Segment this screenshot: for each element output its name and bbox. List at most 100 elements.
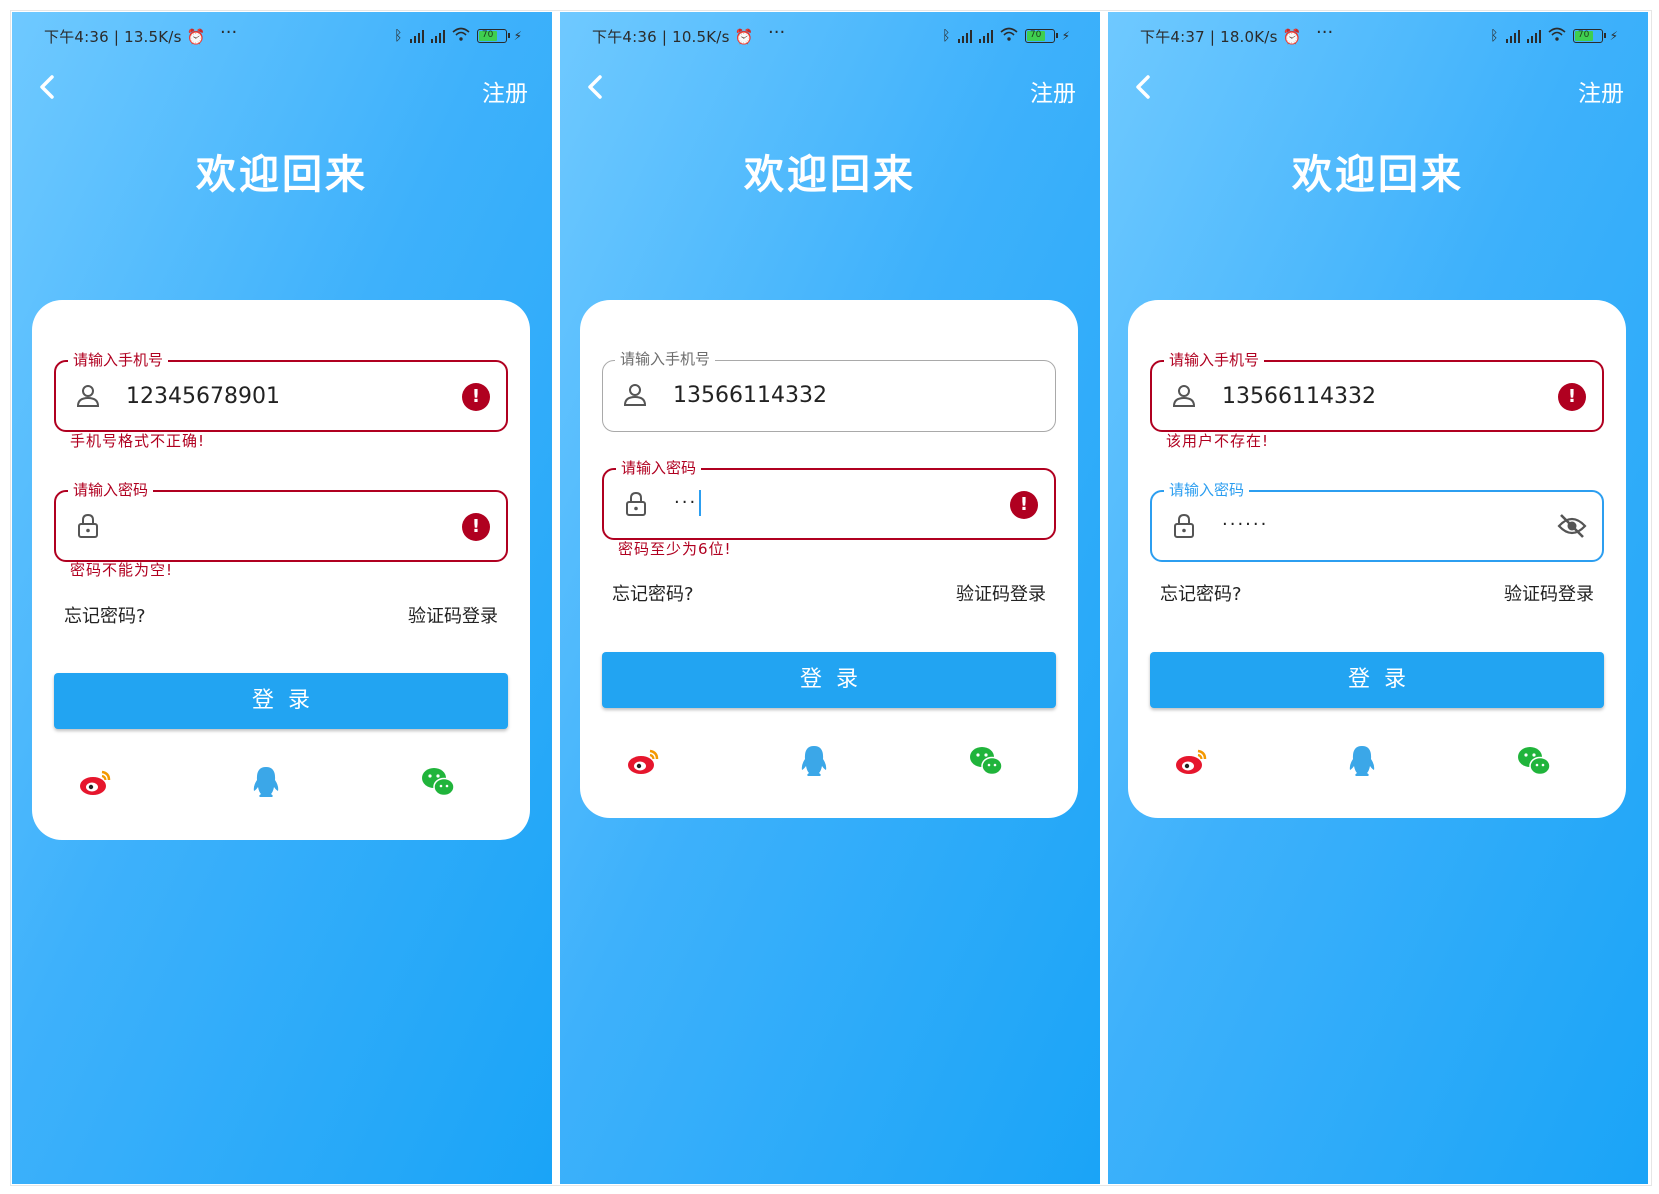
battery-icon: 70 xyxy=(1572,28,1606,43)
code-login-link[interactable]: 验证码登录 xyxy=(956,580,1046,606)
error-icon: ! xyxy=(462,513,490,541)
weibo-login[interactable] xyxy=(78,764,114,800)
phone-error-text: 该用户不存在! xyxy=(1166,432,1270,450)
phone-error-text: 手机号格式不正确! xyxy=(70,432,206,450)
phone-input[interactable]: 13566114332 xyxy=(1222,382,1376,412)
forgot-password-link[interactable]: 忘记密码? xyxy=(1160,580,1242,606)
signal-icon xyxy=(1505,29,1520,43)
signal-hd-icon xyxy=(430,29,445,43)
back-button[interactable] xyxy=(1128,72,1158,102)
password-error-text: 密码不能为空! xyxy=(70,561,174,579)
phone-screen-2: 下午4:36 | 10.5K/s ⏰ ··· ᛒ 70 ⚡ 注册 欢迎回来 请输… xyxy=(560,12,1100,1184)
bluetooth-icon: ᛒ xyxy=(394,27,403,44)
wifi-icon xyxy=(1548,26,1566,45)
phone-field-label: 请输入手机号 xyxy=(615,349,716,369)
qq-icon xyxy=(1349,746,1375,776)
wifi-icon xyxy=(1000,26,1018,45)
bluetooth-icon: ᛒ xyxy=(1490,27,1499,44)
password-field[interactable]: 请输入密码 ······ xyxy=(1150,480,1604,562)
code-login-link[interactable]: 验证码登录 xyxy=(408,602,498,628)
password-input[interactable]: ······ xyxy=(1222,510,1268,540)
signal-hd-icon xyxy=(978,29,993,43)
password-error-text: 密码至少为6位! xyxy=(618,540,732,558)
login-button[interactable]: 登录 xyxy=(54,673,508,729)
wechat-login[interactable] xyxy=(1516,743,1552,779)
password-input[interactable]: ··· xyxy=(674,488,702,518)
forgot-password-link[interactable]: 忘记密码? xyxy=(612,580,694,606)
wechat-login[interactable] xyxy=(968,743,1004,779)
page-title: 欢迎回来 xyxy=(196,152,368,198)
phone-field-label: 请输入手机号 xyxy=(1164,350,1265,370)
phone-screen-3: 下午4:37 | 18.0K/s ⏰ ··· ᛒ 70 ⚡ 注册 欢迎回来 请输… xyxy=(1108,12,1648,1184)
status-more: ··· xyxy=(1316,22,1334,43)
wechat-icon xyxy=(1518,747,1551,776)
page-title: 欢迎回来 xyxy=(1292,152,1464,198)
code-login-link[interactable]: 验证码登录 xyxy=(1504,580,1594,606)
login-card: 请输入手机号 13566114332 ! 该用户不存在! 请输入密码 ·····… xyxy=(1128,300,1626,818)
phone-input[interactable]: 13566114332 xyxy=(673,381,827,411)
chevron-left-icon xyxy=(40,75,54,99)
phone-input[interactable]: 12345678901 xyxy=(126,382,280,412)
wechat-icon xyxy=(422,768,455,797)
qq-icon xyxy=(801,746,827,776)
password-field-label: 请输入密码 xyxy=(1164,480,1250,500)
status-bar: 下午4:36 | 13.5K/s ⏰ ··· ᛒ 70 ⚡ xyxy=(12,12,552,62)
error-icon: ! xyxy=(1558,383,1586,411)
status-time: 下午4:37 | 18.0K/s ⏰ xyxy=(1140,28,1302,46)
signal-icon xyxy=(957,29,972,43)
qq-login[interactable] xyxy=(248,764,284,800)
bluetooth-icon: ᛒ xyxy=(942,27,951,44)
charging-icon: ⚡ xyxy=(1609,28,1618,43)
lock-icon xyxy=(1174,513,1194,538)
qq-login[interactable] xyxy=(1344,743,1380,779)
phone-screen-1: 下午4:36 | 13.5K/s ⏰ ··· ᛒ 70 ⚡ 注册 欢迎回来 请输… xyxy=(12,12,552,1184)
back-button[interactable] xyxy=(32,72,62,102)
back-button[interactable] xyxy=(580,72,610,102)
wechat-icon xyxy=(970,747,1003,776)
signal-hd-icon xyxy=(1526,29,1541,43)
weibo-login[interactable] xyxy=(626,743,662,779)
status-more: ··· xyxy=(768,22,786,43)
wifi-icon xyxy=(452,26,470,45)
weibo-icon xyxy=(80,770,111,795)
status-bar: 下午4:37 | 18.0K/s ⏰ ··· ᛒ 70 ⚡ xyxy=(1108,12,1648,62)
lock-icon xyxy=(626,491,646,516)
weibo-icon xyxy=(628,749,659,774)
weibo-login[interactable] xyxy=(1174,743,1210,779)
error-icon: ! xyxy=(1010,491,1038,519)
login-card: 请输入手机号 13566114332 请输入密码 ··· ! 密码至少为6位! … xyxy=(580,300,1078,818)
eye-off-icon[interactable] xyxy=(1556,512,1588,540)
user-icon xyxy=(76,385,100,407)
login-button[interactable]: 登录 xyxy=(602,652,1056,708)
qq-login[interactable] xyxy=(796,743,832,779)
login-card: 请输入手机号 12345678901 ! 手机号格式不正确! 请输入密码 ! 密… xyxy=(32,300,530,840)
phone-field[interactable]: 请输入手机号 13566114332 xyxy=(602,349,1056,432)
register-link[interactable]: 注册 xyxy=(482,74,528,108)
signal-icon xyxy=(409,29,424,43)
charging-icon: ⚡ xyxy=(513,28,522,43)
text-caret xyxy=(699,490,702,516)
user-icon xyxy=(623,384,647,406)
status-more: ··· xyxy=(220,22,238,43)
status-time: 下午4:36 | 10.5K/s ⏰ xyxy=(592,28,754,46)
chevron-left-icon xyxy=(1136,75,1150,99)
login-button[interactable]: 登录 xyxy=(1150,652,1604,708)
password-field[interactable]: 请输入密码 ··· ! xyxy=(602,458,1056,540)
wechat-login[interactable] xyxy=(420,764,456,800)
qq-icon xyxy=(253,767,279,797)
password-field-label: 请输入密码 xyxy=(68,480,154,500)
register-link[interactable]: 注册 xyxy=(1578,74,1624,108)
page-title: 欢迎回来 xyxy=(744,152,916,198)
register-link[interactable]: 注册 xyxy=(1030,74,1076,108)
password-field[interactable]: 请输入密码 ! xyxy=(54,480,508,562)
password-field-label: 请输入密码 xyxy=(616,458,702,478)
status-bar: 下午4:36 | 10.5K/s ⏰ ··· ᛒ 70 ⚡ xyxy=(560,12,1100,62)
phone-field[interactable]: 请输入手机号 12345678901 ! xyxy=(54,350,508,432)
forgot-password-link[interactable]: 忘记密码? xyxy=(64,602,146,628)
battery-icon: 70 xyxy=(476,28,510,43)
phone-field[interactable]: 请输入手机号 13566114332 ! xyxy=(1150,350,1604,432)
weibo-icon xyxy=(1176,749,1207,774)
charging-icon: ⚡ xyxy=(1061,28,1070,43)
chevron-left-icon xyxy=(588,75,602,99)
lock-icon xyxy=(78,513,98,538)
